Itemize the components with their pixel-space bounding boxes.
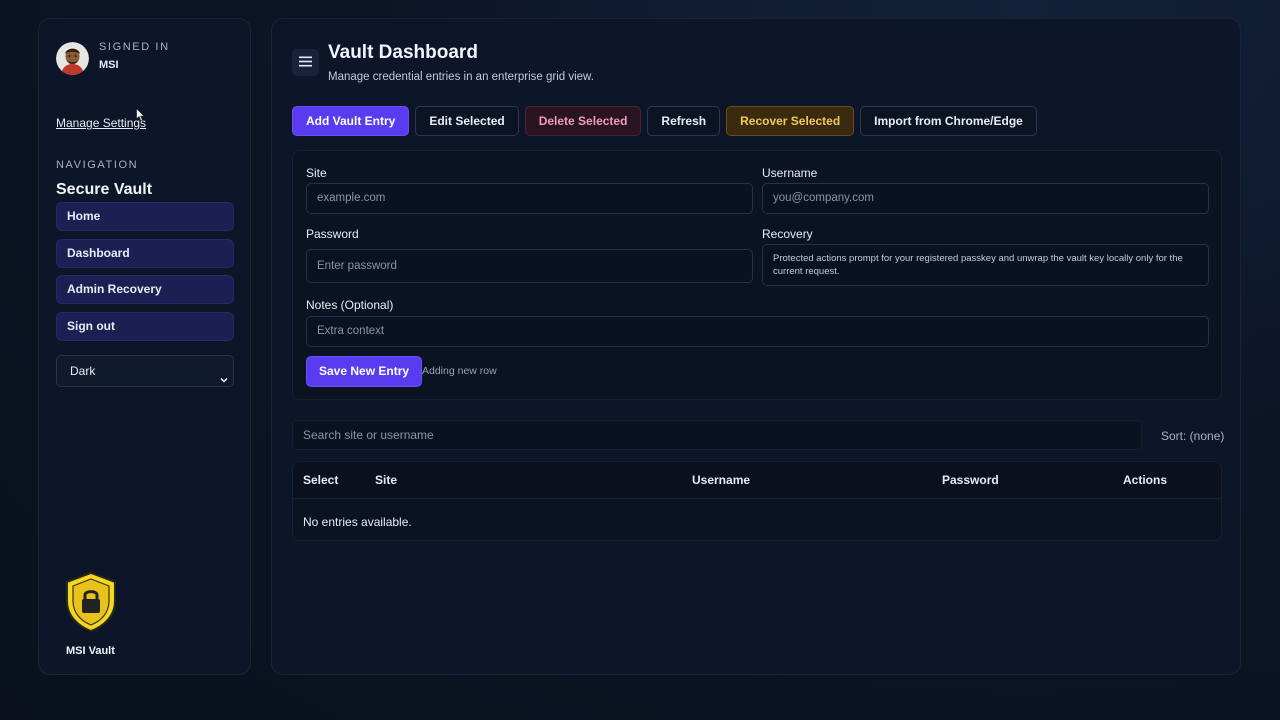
sidebar-item-dashboard[interactable]: Dashboard	[56, 239, 234, 268]
delete-selected-button[interactable]: Delete Selected	[524, 106, 642, 136]
sort-control[interactable]: Sort: (none)	[1161, 429, 1224, 443]
brand-name: MSI Vault	[66, 645, 115, 657]
recovery-label: Recovery	[762, 227, 813, 241]
sidebar-item-admin-recovery[interactable]: Admin Recovery	[56, 275, 234, 304]
avatar[interactable]	[56, 42, 89, 75]
user-name: MSI	[99, 58, 119, 71]
chevron-down-icon	[219, 366, 229, 396]
entries-table: Select Site Username Password Actions No…	[292, 461, 1222, 541]
entry-form: Site example.com Username you@company.co…	[292, 150, 1222, 400]
mouse-cursor-icon	[136, 107, 145, 127]
page-subtitle: Manage credential entries in an enterpri…	[328, 71, 594, 83]
save-new-entry-button[interactable]: Save New Entry	[306, 356, 423, 387]
main-panel: Vault Dashboard Manage credential entrie…	[271, 18, 1241, 675]
edit-selected-button[interactable]: Edit Selected	[415, 106, 519, 136]
theme-select[interactable]: Dark	[56, 355, 234, 387]
manage-settings-link[interactable]: Manage Settings	[56, 116, 146, 130]
username-label: Username	[762, 166, 818, 180]
profile: SIGNED IN MSI	[56, 40, 170, 75]
site-label: Site	[306, 166, 327, 180]
hamburger-icon	[299, 54, 312, 72]
shield-lock-icon	[64, 571, 118, 638]
form-status-text: Adding new row	[422, 365, 497, 377]
theme-select-value: Dark	[70, 364, 96, 378]
import-browser-button[interactable]: Import from Chrome/Edge	[860, 106, 1037, 136]
sidebar: SIGNED IN MSI Manage Settings NAVIGATION…	[38, 18, 251, 675]
menu-toggle-button[interactable]	[292, 49, 319, 76]
recovery-info: Protected actions prompt for your regist…	[762, 244, 1209, 286]
signed-in-label: SIGNED IN	[99, 40, 170, 53]
column-header-username[interactable]: Username	[692, 473, 750, 487]
site-input[interactable]: example.com	[306, 183, 753, 214]
toolbar: Add Vault Entry Edit Selected Delete Sel…	[292, 106, 1043, 136]
column-header-password[interactable]: Password	[942, 473, 999, 487]
password-label: Password	[306, 227, 359, 241]
username-input[interactable]: you@company.com	[762, 183, 1209, 214]
column-header-select[interactable]: Select	[303, 473, 338, 487]
sidebar-item-home[interactable]: Home	[56, 202, 234, 231]
navigation-label: NAVIGATION	[56, 159, 139, 171]
search-input[interactable]: Search site or username	[292, 420, 1142, 450]
refresh-button[interactable]: Refresh	[647, 106, 721, 136]
table-header: Select Site Username Password Actions	[293, 462, 1221, 499]
add-vault-entry-button[interactable]: Add Vault Entry	[292, 106, 410, 136]
column-header-site[interactable]: Site	[375, 473, 397, 487]
empty-table-message: No entries available.	[303, 515, 412, 529]
recover-selected-button[interactable]: Recover Selected	[726, 106, 855, 136]
notes-label: Notes (Optional)	[306, 298, 394, 312]
page-title: Vault Dashboard	[328, 42, 478, 63]
password-input[interactable]: Enter password	[306, 249, 753, 283]
column-header-actions[interactable]: Actions	[1123, 473, 1167, 487]
sidebar-section-title: Secure Vault	[56, 181, 153, 198]
notes-input[interactable]: Extra context	[306, 316, 1209, 347]
sidebar-item-sign-out[interactable]: Sign out	[56, 312, 234, 341]
